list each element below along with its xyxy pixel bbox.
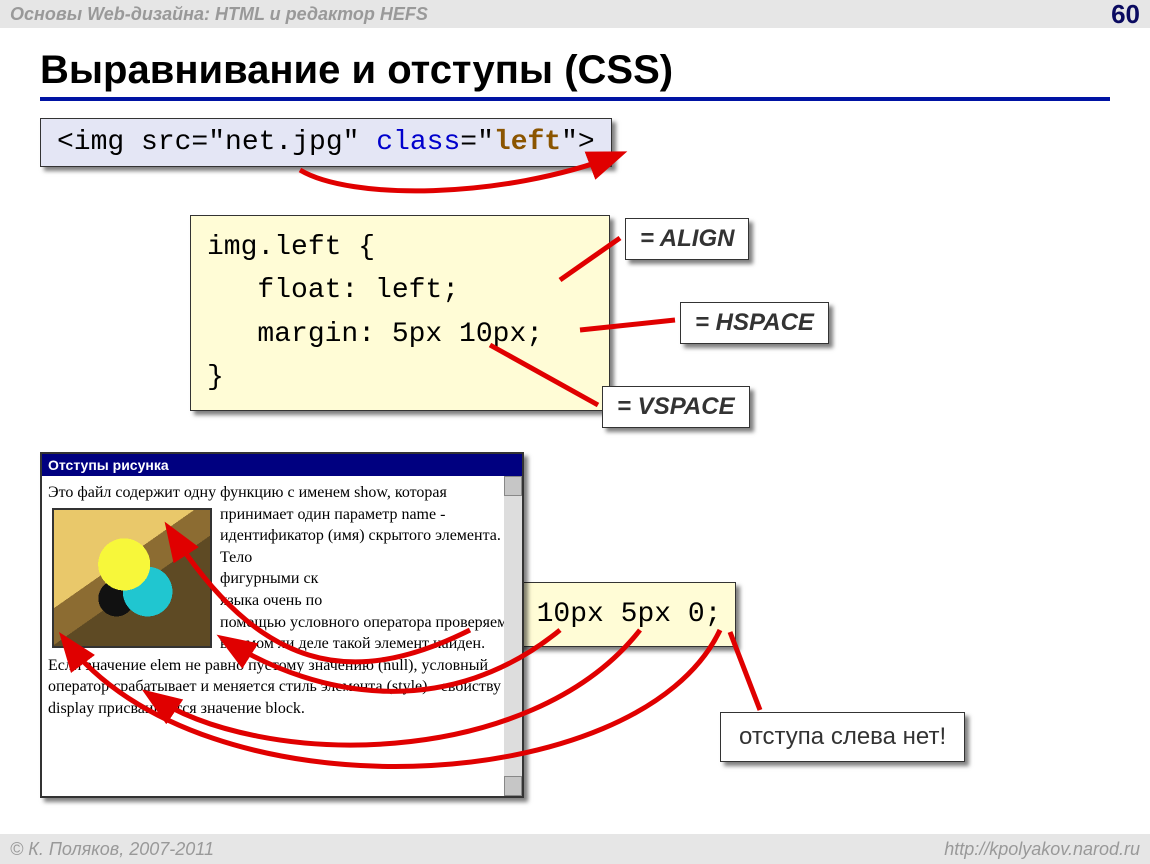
- html-attr-value: left: [494, 127, 561, 158]
- label-align: = ALIGN: [625, 218, 749, 260]
- preview-text-2: идентификатор (имя) скрытого элемента. Т…: [220, 527, 501, 566]
- butterfly-image: [52, 508, 212, 648]
- preview-titlebar: Отступы рисунка: [42, 454, 522, 476]
- html-code-prefix: <img src="net.jpg": [57, 127, 376, 158]
- header-title: Основы Web-дизайна: HTML и редактор HEFS: [10, 4, 428, 25]
- css-code-box: img.left { float: left; margin: 5px 10px…: [190, 215, 610, 411]
- preview-window: Отступы рисунка Это файл содержит одну ф…: [40, 452, 524, 798]
- preview-scrollbar[interactable]: [504, 476, 522, 796]
- footer-bar: © К. Поляков, 2007-2011 http://kpolyakov…: [0, 834, 1150, 864]
- preview-body: Это файл содержит одну функцию с именем …: [42, 476, 522, 796]
- label-no-left-margin: отступа слева нет!: [720, 712, 965, 762]
- page-number: 60: [1111, 0, 1140, 30]
- slide-title: Выравнивание и отступы (CSS): [40, 48, 1110, 101]
- html-eq: =": [460, 127, 494, 158]
- preview-text-4: языка очень по: [220, 592, 322, 609]
- html-code-suffix: ">: [561, 127, 595, 158]
- preview-text-3: фигурными ск: [220, 570, 318, 587]
- html-code-box: <img src="net.jpg" class="left">: [40, 118, 612, 167]
- footer-right: http://kpolyakov.narod.ru: [944, 839, 1140, 860]
- footer-left: © К. Поляков, 2007-2011: [10, 839, 214, 860]
- header-bar: Основы Web-дизайна: HTML и редактор HEFS…: [0, 0, 1150, 28]
- label-hspace: = HSPACE: [680, 302, 829, 344]
- label-vspace: = VSPACE: [602, 386, 750, 428]
- html-attr-name: class: [376, 127, 460, 158]
